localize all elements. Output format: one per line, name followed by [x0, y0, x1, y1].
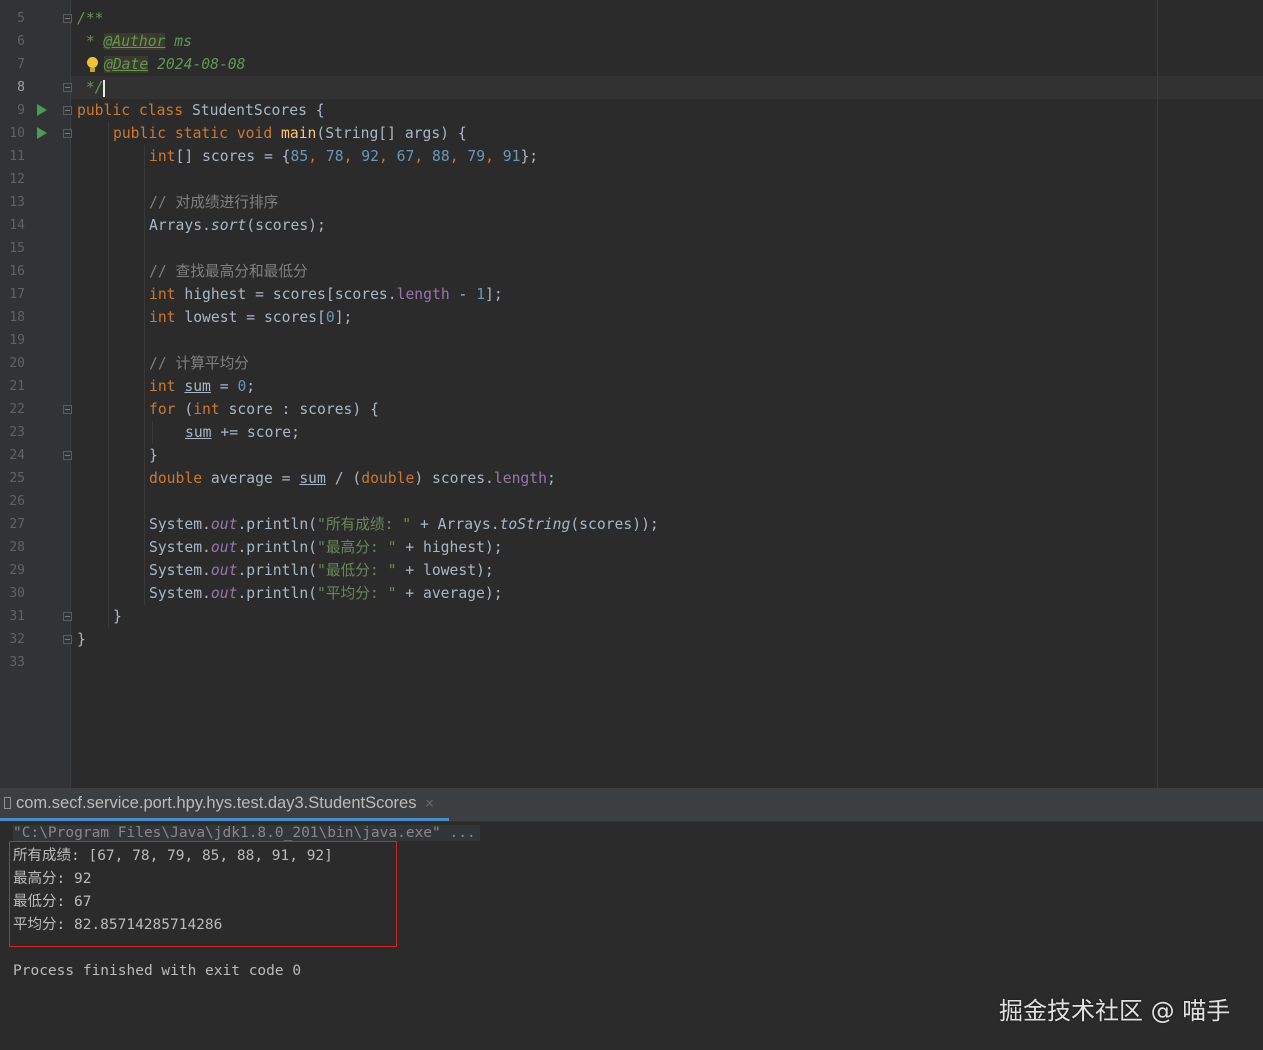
line-number: 13 — [9, 195, 25, 210]
line-number: 21 — [9, 379, 25, 394]
line-number: 26 — [9, 494, 25, 509]
line-number: 11 — [9, 149, 25, 164]
code-line-25: double average = sum / (double) scores.l… — [149, 470, 556, 487]
code-line-18: int lowest = scores[0]; — [149, 309, 353, 326]
indent-guide — [152, 421, 153, 444]
line-number: 29 — [9, 563, 25, 578]
right-margin-guide — [1157, 0, 1158, 788]
run-tab[interactable]: com.secf.service.port.hpy.hys.test.day3.… — [0, 788, 449, 821]
code-line-32: } — [77, 631, 86, 648]
line-number: 28 — [9, 540, 25, 555]
code-line-31: } — [113, 608, 122, 625]
close-icon[interactable]: × — [424, 796, 434, 810]
code-line-10: public static void main(String[] args) { — [113, 125, 467, 142]
code-line-9: public class StudentScores { — [77, 102, 325, 119]
line-number: 32 — [9, 632, 25, 647]
code-line-13: // 对成绩进行排序 — [149, 194, 279, 211]
text-caret — [103, 80, 105, 97]
code-line-30: System.out.println("平均分: " + average); — [149, 585, 503, 602]
fold-icon[interactable] — [63, 405, 72, 414]
line-number: 9 — [17, 103, 25, 118]
fold-icon[interactable] — [63, 635, 72, 644]
line-number: 14 — [9, 218, 25, 233]
code-editor[interactable]: 5 6 7 8 9 10 11 12 13 14 15 16 17 18 19 … — [0, 0, 1263, 788]
java-command-link[interactable]: "C:\Program Files\Java\jdk1.8.0_201\bin\… — [13, 825, 480, 841]
line-number: 25 — [9, 471, 25, 486]
fold-icon[interactable] — [63, 129, 72, 138]
line-number: 27 — [9, 517, 25, 532]
line-number: 10 — [9, 126, 25, 141]
fold-icon[interactable] — [63, 612, 72, 621]
line-number: 16 — [9, 264, 25, 279]
console-tab-icon — [4, 797, 11, 809]
process-exit-message: Process finished with exit code 0 — [13, 963, 302, 979]
code-line-7: @Date 2024-08-08 — [104, 56, 246, 73]
run-gutter-icon[interactable] — [37, 104, 47, 116]
current-line-highlight — [71, 76, 1263, 99]
code-line-20: // 计算平均分 — [149, 355, 249, 372]
indent-guide — [108, 122, 109, 628]
line-number: 5 — [17, 11, 25, 26]
run-tab-bar: com.secf.service.port.hpy.hys.test.day3.… — [0, 788, 1263, 822]
line-number: 23 — [9, 425, 25, 440]
fold-icon[interactable] — [63, 451, 72, 460]
line-number: 19 — [9, 333, 25, 348]
line-number: 33 — [9, 655, 25, 670]
run-gutter-icon[interactable] — [37, 127, 47, 139]
line-number: 18 — [9, 310, 25, 325]
line-number: 7 — [17, 57, 25, 72]
code-line-21: int sum = 0; — [149, 378, 256, 395]
fold-icon[interactable] — [63, 14, 72, 23]
code-line-8: */ — [77, 79, 104, 96]
run-tab-label: com.secf.service.port.hpy.hys.test.day3.… — [16, 793, 417, 812]
code-line-6: * @Author ms — [77, 33, 192, 50]
code-line-29: System.out.println("最低分: " + lowest); — [149, 562, 494, 579]
code-line-17: int highest = scores[scores.length - 1]; — [149, 286, 503, 303]
line-number: 6 — [17, 34, 25, 49]
fold-icon[interactable] — [63, 106, 72, 115]
watermark: 掘金技术社区 @ 喵手 — [999, 997, 1231, 1025]
code-line-23: sum += score; — [185, 424, 300, 441]
line-number: 17 — [9, 287, 25, 302]
line-number: 12 — [9, 172, 25, 187]
code-line-22: for (int score : scores) { — [149, 401, 379, 418]
fold-icon[interactable] — [63, 83, 72, 92]
intention-bulb-icon[interactable] — [86, 57, 99, 73]
output-highlight-box — [9, 841, 397, 947]
line-number: 15 — [9, 241, 25, 256]
code-line-5: /** — [77, 10, 104, 27]
line-number: 31 — [9, 609, 25, 624]
code-line-16: // 查找最高分和最低分 — [149, 263, 308, 280]
indent-guide — [144, 145, 145, 605]
line-number: 8 — [17, 80, 25, 95]
code-line-28: System.out.println("最高分: " + highest); — [149, 539, 503, 556]
line-number: 24 — [9, 448, 25, 463]
line-number: 30 — [9, 586, 25, 601]
line-number: 22 — [9, 402, 25, 417]
code-line-14: Arrays.sort(scores); — [149, 217, 326, 234]
code-line-27: System.out.println("所有成绩: " + Arrays.toS… — [149, 516, 659, 533]
code-line-11: int[] scores = {85, 78, 92, 67, 88, 79, … — [149, 148, 539, 165]
code-line-24: } — [149, 447, 158, 464]
line-number: 20 — [9, 356, 25, 371]
